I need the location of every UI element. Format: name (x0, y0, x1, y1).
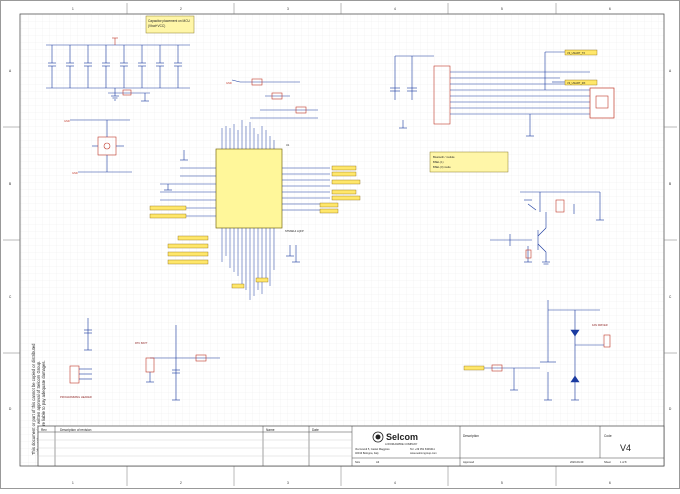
note-mid-line-3: BSEL (0) mode (433, 165, 451, 169)
row-marker-b: B (9, 182, 11, 186)
note-capacitor-placement: Capacitor placement on MCU (Vbat+VCC) (145, 15, 195, 34)
date-value: 2020-09-30 (570, 460, 584, 464)
rev-header: Rev (41, 428, 47, 432)
mcu-ref-label: U1 (286, 143, 290, 147)
col-marker-6: 6 (609, 7, 611, 11)
usart-rx-text: V3_USART_RX (567, 81, 586, 85)
rj-connector (589, 87, 615, 119)
address-line-1: Via Grandi 5, Castel Maggiore (355, 447, 390, 451)
usart-tx-text: V3_USART_TX (567, 51, 585, 55)
title-block: Rev Description of revision Name Date Se… (37, 425, 665, 467)
contact-line-1: Tel: +39 051 6309411 (410, 447, 435, 451)
col-marker-2: 2 (180, 7, 182, 11)
schematic-drawing: 1 2 3 4 5 6 1 2 3 4 5 6 A B C D A B C D … (0, 0, 680, 489)
name-header: Name (266, 428, 275, 432)
col-marker-4: 4 (394, 7, 396, 11)
sheet-value: 1 of 8 (620, 460, 627, 464)
usart-tx-flag: V3_USART_TX (564, 49, 598, 56)
gnd-label-osc-bottom: GND (72, 171, 78, 175)
version-value: V4 (620, 443, 631, 453)
address-line-2: 40013 Bologna, Italy (355, 451, 379, 455)
col-marker-2-bottom: 2 (180, 481, 182, 485)
schematic-sheet: 1 2 3 4 5 6 1 2 3 4 5 6 A B C D A B C D … (0, 0, 680, 489)
note-mid-line-1: Bluetooth / module (433, 155, 455, 159)
col-marker-3-bottom: 3 (287, 481, 289, 485)
gnd-label-osc-top: GND (64, 119, 70, 123)
contact-line-2: www.selcomgroup.com (410, 451, 437, 455)
company-name: Selcom (386, 432, 418, 442)
note-bluetooth: Bluetooth / module BSEL (1) BSEL (0) mod… (429, 151, 509, 173)
note-top-line-2: (Vbat+VCC) (148, 24, 165, 28)
mcu-part-label: STM32L4 LQFP (285, 229, 304, 233)
usart-rx-flag: V3_USART_RX (564, 79, 598, 86)
col-marker-5: 5 (501, 7, 503, 11)
rtc-label: RTC BATT (135, 341, 148, 345)
note-mid-line-2: BSEL (1) (433, 160, 444, 164)
row-marker-b-right: B (669, 182, 671, 186)
prog-header-label: PROGRAMMING HEADER (60, 395, 92, 399)
description-label: Description (463, 434, 479, 438)
col-marker-5-bottom: 5 (501, 481, 503, 485)
size-value: A3 (376, 460, 380, 464)
date-header: Date (312, 428, 319, 432)
approved-label: Approved (463, 460, 475, 464)
sheet-label: Sheet (604, 460, 611, 464)
gnd-label-reset: GND (226, 81, 232, 85)
fan-pwm-flag (463, 365, 485, 371)
note-top-line-1: Capacitor placement on MCU (148, 19, 191, 23)
col-marker-1: 1 (72, 7, 74, 11)
size-label: Size (355, 460, 361, 464)
col-marker-4-bottom: 4 (394, 481, 396, 485)
desc-header: Description of revision (60, 428, 92, 432)
company-tagline: A WORLDWIDE COMPANY (385, 442, 418, 446)
col-marker-6-bottom: 6 (609, 481, 611, 485)
fan-driver-label: FAN DRIVER (592, 323, 608, 327)
col-marker-3: 3 (287, 7, 289, 11)
code-label: Code (604, 434, 612, 438)
col-marker-1-bottom: 1 (72, 481, 74, 485)
